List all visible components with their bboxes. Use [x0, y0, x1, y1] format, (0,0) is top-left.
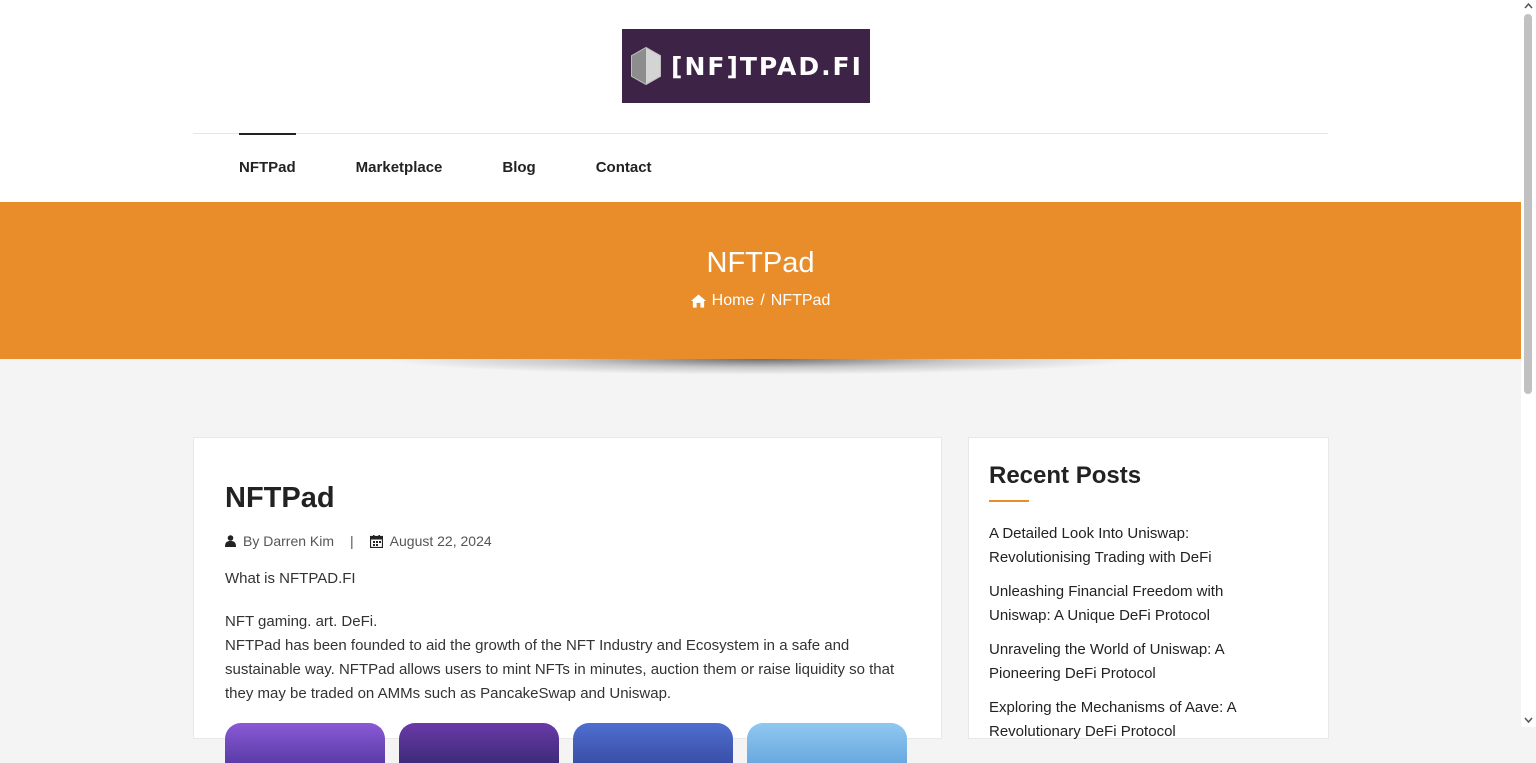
meta-separator: | [350, 533, 354, 549]
scroll-down-arrow-icon[interactable] [1524, 717, 1533, 724]
site-logo[interactable]: [NF]TPAD.FI [622, 29, 870, 103]
recent-post-link[interactable]: Exploring the Mechanisms of Aave: A Revo… [989, 696, 1289, 744]
post-image[interactable] [573, 723, 733, 763]
post-card: NFTPad By Darren Kim | August 22, 2024 W… [193, 437, 942, 739]
scrollbar-thumb[interactable] [1524, 14, 1532, 394]
post-meta: By Darren Kim | August 22, 2024 [225, 533, 492, 549]
recent-post-link[interactable]: Unraveling the World of Uniswap: A Pione… [989, 638, 1289, 686]
recent-posts-list: A Detailed Look Into Uniswap: Revolution… [989, 522, 1289, 754]
post-image-row [225, 723, 907, 763]
post-content: What is NFTPAD.FI NFT gaming. art. DeFi.… [225, 567, 905, 706]
post-date[interactable]: August 22, 2024 [390, 533, 492, 549]
recent-post-link[interactable]: A Detailed Look Into Uniswap: Revolution… [989, 522, 1289, 570]
nav-item-contact[interactable]: Contact [596, 133, 652, 202]
nav-item-marketplace[interactable]: Marketplace [356, 133, 443, 202]
site-header: [NF]TPAD.FI NFTPad Marketplace Blog Cont… [0, 0, 1521, 202]
sidebar-title: Recent Posts [989, 462, 1141, 490]
post-title: NFTPad [225, 482, 335, 515]
breadcrumb: Home / NFTPad [0, 292, 1521, 310]
hexagon-cube-icon [629, 46, 663, 86]
calendar-icon [370, 535, 383, 548]
logo-text: [NF]TPAD.FI [671, 52, 863, 81]
sidebar-title-underline [989, 500, 1029, 502]
nav-item-blog[interactable]: Blog [502, 133, 535, 202]
user-icon [225, 535, 236, 547]
home-icon [691, 294, 706, 308]
post-author[interactable]: By Darren Kim [243, 533, 334, 549]
page-hero: NFTPad Home / NFTPad [0, 202, 1521, 359]
hero-shadow [260, 359, 1260, 419]
recent-post-link[interactable]: Unleashing Financial Freedom with Uniswa… [989, 580, 1289, 628]
breadcrumb-current: NFTPad [771, 292, 831, 310]
post-body: NFTPad has been founded to aid the growt… [225, 634, 905, 706]
post-tagline: NFT gaming. art. DeFi. [225, 610, 905, 634]
recent-posts-widget: Recent Posts A Detailed Look Into Uniswa… [968, 437, 1329, 739]
main-nav: NFTPad Marketplace Blog Contact [239, 133, 712, 202]
post-image[interactable] [747, 723, 907, 763]
post-image[interactable] [399, 723, 559, 763]
post-image[interactable] [225, 723, 385, 763]
breadcrumb-home-link[interactable]: Home [712, 292, 755, 310]
nav-item-nftpad[interactable]: NFTPad [239, 133, 296, 202]
breadcrumb-separator: / [760, 292, 764, 310]
post-intro: What is NFTPAD.FI [225, 567, 905, 591]
page-title: NFTPad [0, 247, 1521, 280]
page-scrollbar[interactable] [1521, 0, 1536, 727]
scroll-up-arrow-icon[interactable] [1524, 2, 1533, 9]
